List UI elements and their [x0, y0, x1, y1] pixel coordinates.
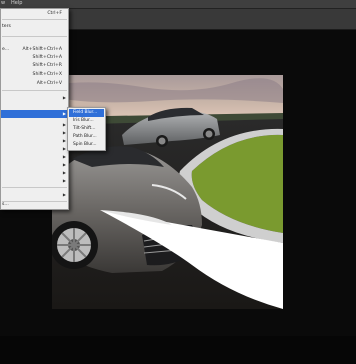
submenu-item-tilt-shift[interactable]: Tilt-Shift...	[69, 125, 104, 133]
menu-item-camera-raw[interactable]: Shift+Ctrl+A	[1, 54, 68, 62]
blur-gallery-submenu: Field Blur... Iris Blur... Tilt-Shift...…	[67, 107, 106, 151]
menu-item-render[interactable]: ▶	[1, 145, 68, 153]
menu-separator	[2, 36, 67, 37]
menu-separator	[2, 187, 67, 188]
submenu-item-spin-blur[interactable]: Spin Blur...	[69, 141, 104, 149]
menu-help[interactable]: Help	[11, 0, 22, 8]
menu-separator	[2, 90, 67, 91]
menu-item-video[interactable]: ▶	[1, 169, 68, 177]
menu-item-lens-correction[interactable]: Shift+Ctrl+R	[1, 62, 68, 70]
menu-item-pixelate[interactable]: ▶	[1, 137, 68, 145]
menu-item-vanishing-point[interactable]: Alt+Ctrl+V	[1, 80, 68, 88]
menu-separator	[2, 19, 67, 20]
menu-item-stylize[interactable]: ▶	[1, 161, 68, 169]
menu-item-other[interactable]: ▶	[1, 177, 68, 185]
submenu-item-path-blur[interactable]: Path Blur...	[69, 133, 104, 141]
menu-item-3d[interactable]: ▶	[1, 94, 68, 102]
filter-menu: Ctrl+F ters e... Alt+Shift+Ctrl+A Shift+…	[0, 8, 69, 210]
menu-item-noise[interactable]: ▶	[1, 129, 68, 137]
submenu-item-iris-blur[interactable]: Iris Blur...	[69, 117, 104, 125]
submenu-item-field-blur[interactable]: Field Blur...	[69, 109, 104, 117]
photoshop-window: w Help Ctrl+F ters e... Alt+Shift+Ctrl+A…	[0, 0, 356, 364]
menu-item-adaptive-wide-angle[interactable]: e... Alt+Shift+Ctrl+A	[1, 46, 68, 54]
menu-window[interactable]: w	[1, 0, 5, 8]
menu-item-browse-filters-online[interactable]: s...	[1, 201, 68, 209]
menu-item-sharpen[interactable]: ▶	[1, 153, 68, 161]
menu-item-distort[interactable]: ▶	[1, 121, 68, 129]
menu-item-digimarc[interactable]: ▶	[1, 191, 68, 199]
menu-item-blur[interactable]: ▶	[1, 110, 68, 118]
status-bar	[0, 336, 356, 364]
menu-item-convert-smart-filters[interactable]: ters	[1, 23, 68, 31]
menu-item-last-filter[interactable]: Ctrl+F	[1, 10, 68, 18]
menu-item-liquify[interactable]: Shift+Ctrl+X	[1, 71, 68, 79]
